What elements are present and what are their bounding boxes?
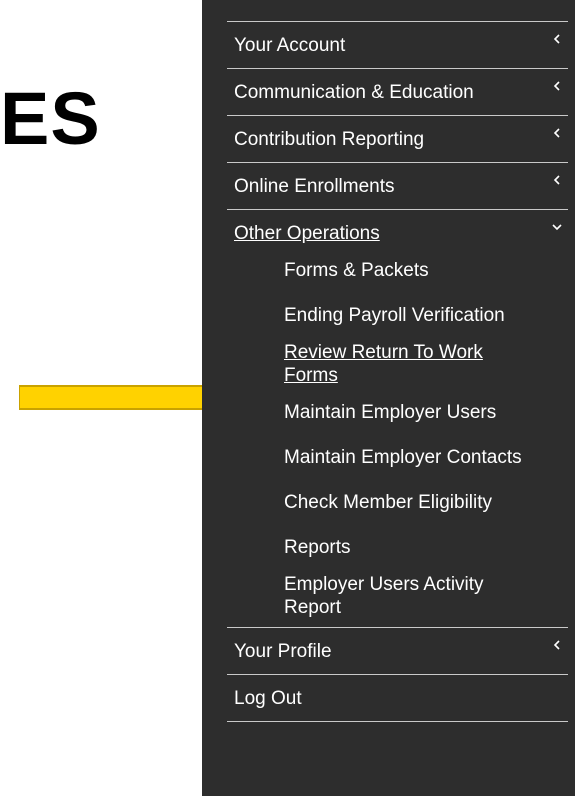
employer-nav-menu: Your Account Communication & Education C… [202, 0, 575, 796]
menu-item-label: Other Operations [234, 223, 380, 244]
submenu-item-ending-payroll-verification[interactable]: Ending Payroll Verification [227, 304, 575, 327]
chevron-left-icon [553, 640, 560, 650]
chevron-left-icon [553, 175, 560, 185]
chevron-down-icon [552, 224, 562, 231]
submenu-item-review-return-to-work-forms[interactable]: Review Return To Work Forms [227, 341, 524, 387]
chevron-left-icon [553, 34, 560, 44]
menu-item-contribution-reporting[interactable]: Contribution Reporting [227, 115, 568, 162]
submenu-item-employer-users-activity-report[interactable]: Employer Users Activity Report [227, 573, 529, 619]
other-operations-submenu-container: Forms & Packets Ending Payroll Verificat… [227, 259, 575, 619]
menu-item-other-operations[interactable]: Other Operations [227, 209, 568, 256]
chevron-left-icon [553, 128, 560, 138]
submenu-item-check-member-eligibility[interactable]: Check Member Eligibility [227, 491, 575, 514]
menu-item-label: Online Enrollments [234, 176, 395, 197]
menu-item-online-enrollments[interactable]: Online Enrollments [227, 162, 568, 209]
menu-bottom-divider [227, 721, 568, 722]
menu-item-log-out[interactable]: Log Out [227, 674, 568, 721]
menu-item-label: Contribution Reporting [234, 129, 425, 150]
menu-item-label: Log Out [234, 688, 302, 709]
menu-item-communication-education[interactable]: Communication & Education [227, 68, 568, 115]
other-operations-submenu: Forms & Packets Ending Payroll Verificat… [227, 259, 575, 619]
chevron-left-icon [553, 81, 560, 91]
menu-item-label: Your Profile [234, 641, 332, 662]
page-heading: ES [0, 77, 101, 160]
submenu-item-reports[interactable]: Reports [227, 536, 575, 559]
menu-item-your-profile[interactable]: Your Profile [227, 627, 568, 674]
submenu-item-maintain-employer-contacts[interactable]: Maintain Employer Contacts [227, 446, 575, 469]
menu-item-label: Your Account [234, 35, 346, 56]
menu-item-label: Communication & Education [234, 82, 474, 103]
menu-list: Your Account Communication & Education C… [227, 21, 575, 722]
submenu-item-maintain-employer-users[interactable]: Maintain Employer Users [227, 401, 575, 424]
submenu-item-forms-packets[interactable]: Forms & Packets [227, 259, 575, 282]
menu-item-your-account[interactable]: Your Account [227, 21, 568, 68]
